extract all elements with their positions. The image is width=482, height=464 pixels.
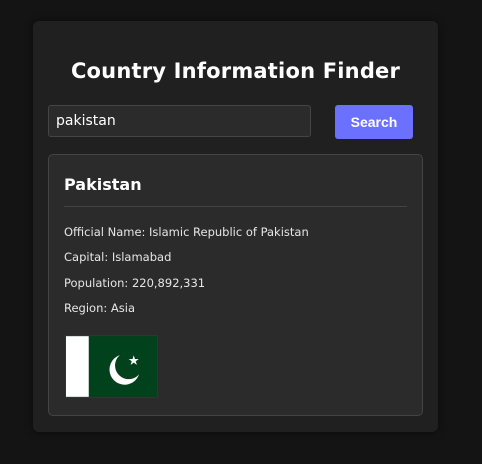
- card-divider: [64, 206, 407, 207]
- flag-crescent-inner: [115, 351, 143, 380]
- population-text: Population: 220,892,331: [64, 276, 206, 290]
- flag-white-band: [66, 336, 89, 397]
- country-result-card: Pakistan Official Name: Islamic Republic…: [48, 154, 423, 416]
- search-button[interactable]: Search: [335, 105, 413, 139]
- app-panel: Country Information Finder Search Pakist…: [33, 21, 438, 432]
- country-name: Pakistan: [64, 175, 142, 194]
- region-text: Region: Asia: [64, 301, 135, 315]
- official-name-text: Official Name: Islamic Republic of Pakis…: [64, 225, 309, 239]
- pakistan-flag-image: [65, 335, 158, 398]
- app-title: Country Information Finder: [70, 59, 401, 83]
- capital-text: Capital: Islamabad: [64, 250, 172, 264]
- country-search-input[interactable]: [48, 105, 311, 137]
